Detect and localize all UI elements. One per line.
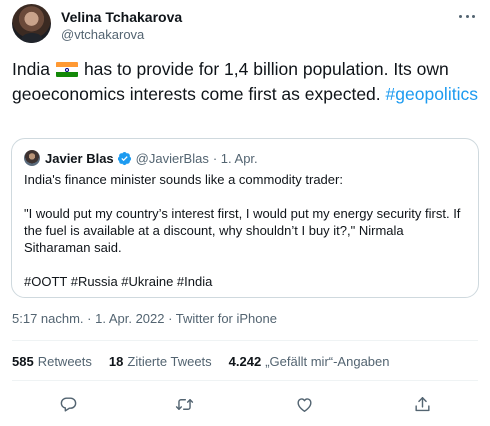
more-dots-icon[interactable] bbox=[456, 8, 478, 24]
retweets-label: Retweets bbox=[37, 354, 92, 369]
author-name[interactable]: Velina Tchakarova bbox=[61, 9, 182, 25]
author-avatar[interactable] bbox=[12, 4, 51, 43]
india-flag-icon bbox=[55, 62, 78, 77]
verified-badge-icon bbox=[117, 151, 131, 165]
retweets-count: 585 bbox=[12, 354, 34, 369]
quoted-paragraph: "I would put my country’s interest first… bbox=[24, 206, 461, 255]
quoted-tweet[interactable]: Javier Blas @JavierBlas · 1. Apr. India'… bbox=[11, 138, 479, 298]
retweets-stat[interactable]: 585 Retweets bbox=[12, 354, 92, 369]
quoted-paragraph: India's finance minister sounds like a c… bbox=[24, 172, 343, 187]
divider bbox=[12, 340, 478, 341]
retweet-icon[interactable] bbox=[172, 392, 196, 416]
likes-label: „Gefällt mir“-Angaben bbox=[265, 354, 390, 369]
tweet-text-part1: India bbox=[12, 59, 50, 79]
author-handle[interactable]: @vtchakarova bbox=[61, 27, 144, 42]
tweet-timestamp[interactable]: 5:17 nachm. · 1. Apr. 2022 · Twitter for… bbox=[12, 311, 277, 326]
quoted-date: · 1. Apr. bbox=[212, 150, 258, 166]
likes-stat[interactable]: 4.242 „Gefällt mir“-Angaben bbox=[229, 354, 390, 369]
like-icon[interactable] bbox=[292, 392, 316, 416]
likes-count: 4.242 bbox=[228, 354, 262, 369]
hashtag-link[interactable]: #geopolitics bbox=[386, 84, 478, 104]
divider bbox=[12, 380, 478, 381]
tweet-header: Velina Tchakarova @vtchakarova bbox=[12, 4, 478, 48]
reply-icon[interactable] bbox=[56, 392, 80, 416]
quoted-author-handle: @JavierBlas bbox=[135, 150, 209, 166]
quoted-tweet-body: India's finance minister sounds like a c… bbox=[24, 171, 470, 290]
quote-tweets-stat[interactable]: 18 Zitierte Tweets bbox=[109, 354, 212, 369]
quoted-tweet-header: Javier Blas @JavierBlas · 1. Apr. bbox=[24, 149, 258, 167]
quoted-hashtags: #OOTT #Russia #Ukraine #India bbox=[24, 274, 213, 289]
quoted-author-name: Javier Blas bbox=[45, 150, 114, 166]
quote-tweets-count: 18 bbox=[108, 354, 124, 369]
tweet-text: India has to provide for 1,4 billion popu… bbox=[12, 57, 482, 107]
quote-tweets-label: Zitierte Tweets bbox=[127, 354, 212, 369]
tweet-actions bbox=[12, 392, 478, 416]
quoted-author-avatar bbox=[24, 150, 40, 166]
share-icon[interactable] bbox=[410, 392, 434, 416]
engagement-stats: 585 Retweets 18 Zitierte Tweets 4.242 „Gefä… bbox=[12, 354, 407, 369]
